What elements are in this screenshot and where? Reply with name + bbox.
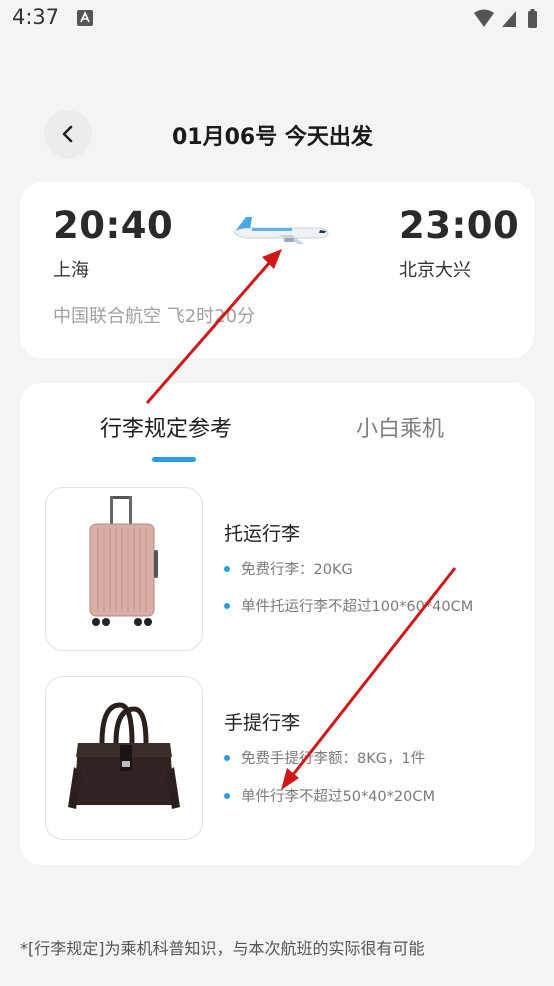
bullet-dot (224, 602, 230, 609)
carry-on-baggage-image (45, 676, 203, 840)
carry-on-free-allowance: 免费手提行李额：8KG，1件 (224, 747, 425, 768)
app-notification-icon (77, 10, 93, 26)
arrival-city: 北京大兴 (399, 260, 471, 281)
airplane-icon (233, 217, 329, 244)
checked-baggage-image (45, 487, 203, 651)
departure-city: 上海 (53, 260, 89, 281)
chevron-left-icon (62, 125, 73, 143)
status-bar: 4:37 (0, 0, 554, 38)
status-indicators (474, 9, 537, 28)
carry-on-size-limit: 单件行李不超过50*40*20CM (224, 785, 435, 806)
footer-disclaimer: *[行李规定]为乘机科普知识，与本次航班的实际很有可能 (20, 939, 425, 958)
flight-info-card: 20:40 上海 23:00 北京大兴 中国联合航空 飞2时20分 (20, 182, 534, 358)
status-time: 4:37 (12, 5, 60, 29)
page-title: 01月06号 今天出发 (172, 125, 373, 150)
airline-duration: 中国联合航空 飞2时20分 (53, 306, 256, 327)
bullet-dot (224, 792, 230, 799)
bullet-text: 单件托运行李不超过100*60*40CM (241, 599, 474, 615)
departure-time: 20:40 (53, 204, 174, 247)
bullet-dot (224, 565, 230, 572)
bullet-dot (224, 754, 230, 761)
header: 01月06号 今天出发 (0, 100, 554, 170)
checked-baggage-size-limit: 单件托运行李不超过100*60*40CM (224, 595, 473, 616)
baggage-rules-card: 行李规定参考 小白乘机 托运行李 免费行李：20KG 单件托运行李不超过100*… (20, 383, 534, 865)
carry-on-baggage-title: 手提行李 (224, 712, 301, 734)
suitcase-icon (89, 496, 158, 626)
signal-icon (502, 11, 516, 27)
back-button[interactable] (44, 110, 92, 158)
tab-baggage-rules[interactable]: 行李规定参考 (100, 411, 232, 443)
arrival-time: 23:00 (399, 204, 520, 247)
active-tab-indicator (152, 457, 196, 462)
tab-beginner-guide[interactable]: 小白乘机 (356, 411, 444, 443)
bullet-text: 免费手提行李额：8KG，1件 (241, 751, 426, 767)
bullet-text: 单件行李不超过50*40*20CM (241, 789, 435, 805)
handbag-icon (68, 702, 180, 809)
checked-baggage-title: 托运行李 (224, 523, 301, 545)
wifi-icon (474, 9, 494, 27)
checked-baggage-free-allowance: 免费行李：20KG (224, 558, 353, 579)
bullet-text: 免费行李：20KG (241, 562, 353, 578)
battery-icon (528, 9, 537, 28)
